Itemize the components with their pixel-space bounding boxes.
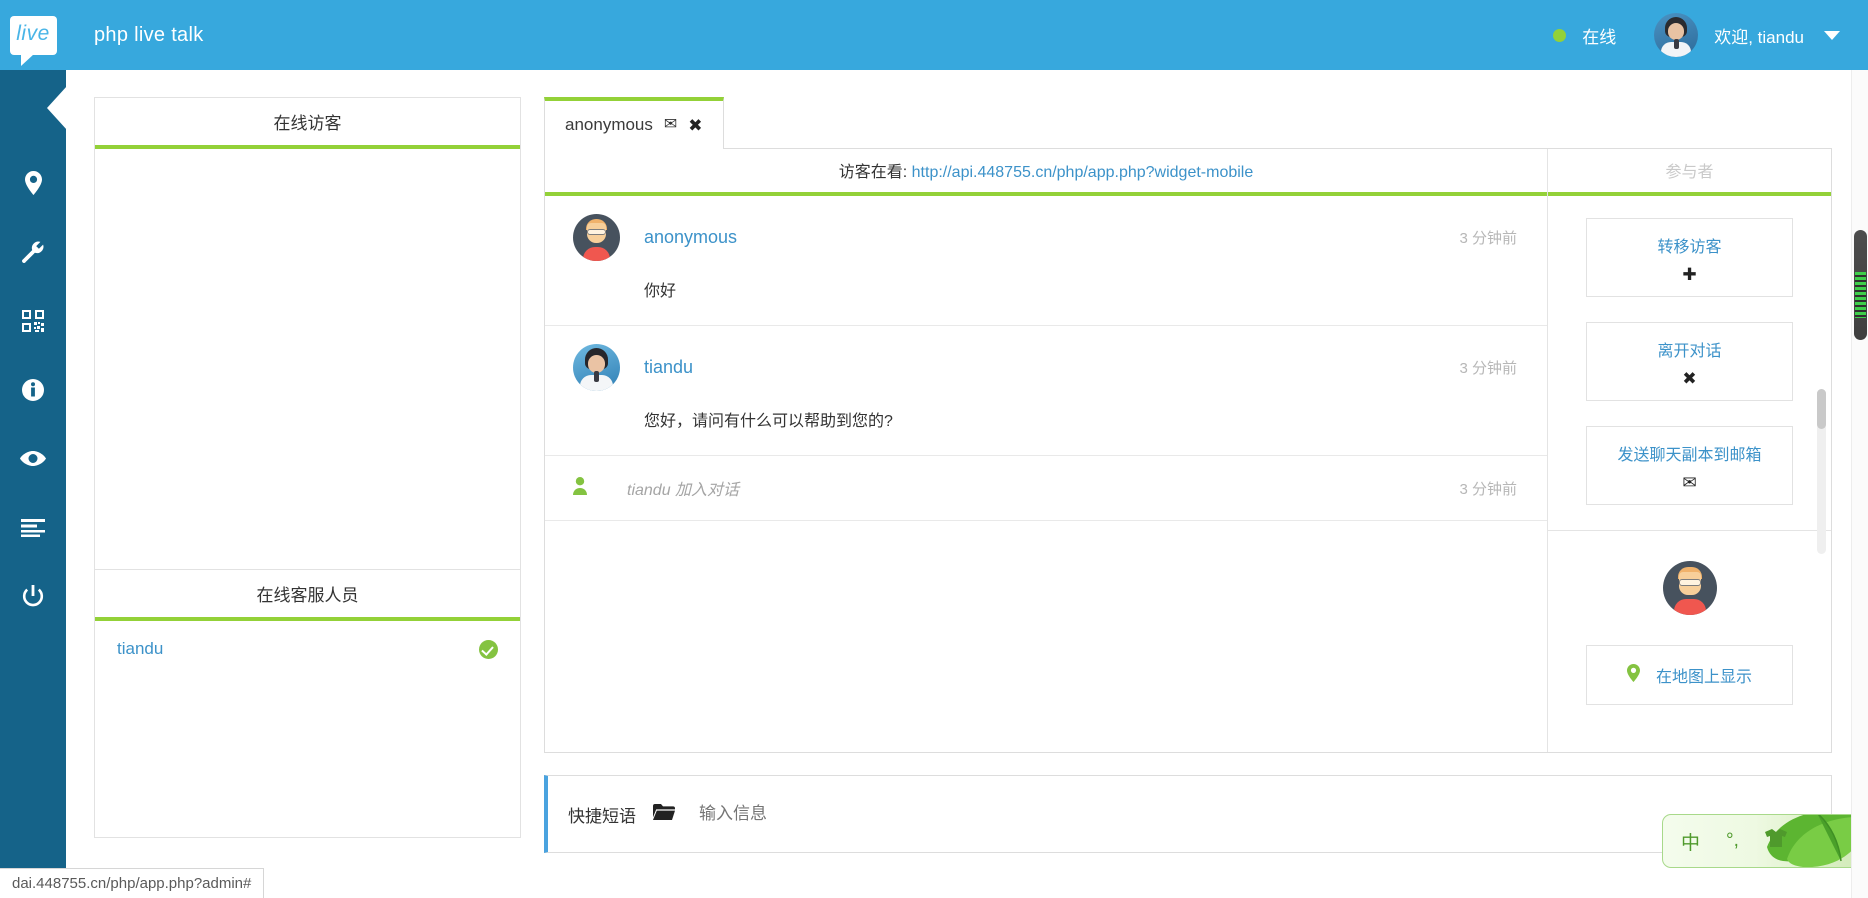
transfer-visitor-label: 转移访客 — [1657, 239, 1722, 256]
status-bar-url: dai.448755.cn/php/app.php?admin# — [12, 875, 252, 892]
sidebar-item-logs[interactable] — [0, 493, 66, 562]
avatar — [573, 344, 620, 391]
chevron-down-icon[interactable] — [1824, 30, 1840, 40]
email-transcript-label: 发送聊天副本到邮箱 — [1617, 447, 1762, 464]
welcome-label[interactable]: 欢迎, tiandu — [1714, 23, 1804, 48]
align-left-icon — [21, 518, 45, 537]
top-bar: live php live talk 在线 欢迎, tiandu — [0, 0, 1868, 70]
ime-punctuation-icon[interactable]: °, — [1726, 830, 1739, 852]
leave-chat-label: 离开对话 — [1657, 343, 1722, 360]
tab-anonymous[interactable]: anonymous ✉ ✖ — [544, 97, 724, 149]
sidebar-item-qrcode[interactable] — [0, 286, 66, 355]
close-icon[interactable]: ✖ — [688, 117, 702, 134]
quick-phrases-label[interactable]: 快捷短语 — [568, 802, 636, 827]
message-composer: 快捷短语 — [544, 775, 1832, 853]
chat-tabstrip: anonymous ✉ ✖ — [544, 97, 1832, 149]
sidebar-item-watch[interactable] — [0, 424, 66, 493]
sidebar-item-tools[interactable] — [0, 217, 66, 286]
message-text: 你好 — [644, 283, 677, 300]
agent-name[interactable]: tiandu — [117, 639, 163, 659]
online-visitors-title: 在线访客 — [95, 98, 520, 149]
list-item[interactable]: tiandu — [95, 621, 520, 659]
online-agents-list: tiandu — [95, 621, 520, 837]
check-circle-icon — [479, 639, 498, 659]
participants-scrollbar[interactable] — [1817, 389, 1826, 554]
show-on-map-button[interactable]: 在地图上显示 — [1586, 645, 1793, 705]
page-title: php live talk — [94, 23, 204, 46]
sidebar-item-power[interactable] — [0, 562, 66, 631]
system-message-row: tiandu 加入对话 3 分钟前 — [545, 456, 1547, 521]
top-bar-right: 在线 欢迎, tiandu — [1553, 13, 1868, 57]
visitor-url-prefix: 访客在看: — [838, 164, 908, 181]
visitor-url-bar: 访客在看: http://api.448755.cn/php/app.php?w… — [545, 149, 1547, 196]
envelope-icon: ✉ — [1682, 473, 1697, 492]
ime-toolbar[interactable]: 中 °, — [1662, 814, 1868, 868]
main-content: 在线访客 在线客服人员 tiandu anonymous ✉ ✖ 访客在看: h… — [66, 70, 1868, 898]
online-status-label[interactable]: 在线 — [1582, 23, 1616, 48]
system-message-timestamp: 3 分钟前 — [1459, 480, 1517, 498]
chat-area: anonymous ✉ ✖ 访客在看: http://api.448755.cn… — [544, 97, 1832, 853]
page-scrollbar[interactable] — [1851, 70, 1868, 898]
logo-bubble-icon: live — [9, 15, 57, 66]
envelope-icon[interactable]: ✉ — [664, 117, 677, 133]
avatar[interactable] — [1654, 13, 1699, 57]
online-agents-title: 在线客服人员 — [95, 570, 520, 621]
message-author[interactable]: tiandu — [644, 357, 693, 378]
tab-label: anonymous — [565, 115, 653, 134]
message-list: anonymous 3 分钟前 你好 tiandu 3 分钟前 您好，请问有什么… — [545, 196, 1547, 521]
message-input[interactable] — [697, 803, 1497, 825]
avatar — [1662, 561, 1717, 615]
online-visitors-list[interactable] — [95, 149, 520, 569]
location-pin-icon — [1626, 663, 1640, 687]
power-icon — [22, 585, 44, 608]
left-column: 在线访客 在线客服人员 tiandu — [94, 97, 521, 838]
chat-panel: 访客在看: http://api.448755.cn/php/app.php?w… — [544, 148, 1832, 753]
ime-mode-label[interactable]: 中 — [1681, 828, 1700, 855]
message-timestamp: 3 分钟前 — [1459, 360, 1517, 377]
leave-chat-button[interactable]: 离开对话 ✖ — [1586, 322, 1793, 401]
conversation-column: 访客在看: http://api.448755.cn/php/app.php?w… — [545, 149, 1548, 752]
location-pin-icon — [24, 170, 43, 195]
ime-skin-shirt-icon[interactable] — [1764, 829, 1787, 853]
message-row: anonymous 3 分钟前 你好 — [545, 196, 1547, 326]
info-circle-icon — [22, 378, 44, 401]
sidebar-active-notch — [47, 86, 67, 130]
scrollbar-thumb[interactable] — [1817, 389, 1826, 429]
sidebar-item-info[interactable] — [0, 355, 66, 424]
message-text: 您好，请问有什么可以帮助到您的? — [644, 413, 893, 430]
transfer-visitor-button[interactable]: 转移访客 ✚ — [1586, 218, 1793, 297]
user-icon — [573, 476, 591, 500]
participants-title: 参与者 — [1548, 149, 1831, 196]
app-logo[interactable]: live — [0, 0, 66, 70]
scrollbar-grip-icon — [1855, 272, 1866, 318]
logo-text: live — [16, 22, 50, 45]
email-transcript-button[interactable]: 发送聊天副本到邮箱 ✉ — [1586, 426, 1793, 505]
close-icon: ✖ — [1682, 369, 1697, 388]
online-visitors-panel: 在线访客 — [94, 97, 521, 570]
wrench-icon — [21, 240, 45, 264]
eye-icon — [20, 450, 46, 467]
participants-column: 参与者 转移访客 ✚ 离开对话 ✖ 发送聊天副本到邮箱 ✉ 在地图上显示 — [1548, 149, 1831, 752]
message-row: tiandu 3 分钟前 您好，请问有什么可以帮助到您的? — [545, 326, 1547, 456]
avatar — [573, 214, 620, 261]
system-message-text: tiandu 加入对话 — [627, 482, 740, 499]
sidebar-item-location[interactable] — [0, 148, 66, 217]
plus-icon: ✚ — [1682, 265, 1697, 284]
message-timestamp: 3 分钟前 — [1459, 230, 1517, 247]
online-agents-panel: 在线客服人员 tiandu — [94, 570, 521, 838]
show-on-map-label: 在地图上显示 — [1655, 669, 1752, 686]
folder-icon[interactable] — [653, 803, 675, 825]
message-author[interactable]: anonymous — [644, 227, 737, 248]
online-status-dot-icon — [1553, 28, 1567, 42]
qrcode-icon — [22, 309, 44, 332]
visitor-card — [1548, 531, 1831, 620]
sidebar — [0, 70, 67, 898]
browser-status-bar: dai.448755.cn/php/app.php?admin# — [0, 868, 265, 898]
scrollbar-thumb[interactable] — [1854, 230, 1867, 340]
visitor-url-link[interactable]: http://api.448755.cn/php/app.php?widget-… — [912, 164, 1254, 181]
participant-actions: 转移访客 ✚ 离开对话 ✖ 发送聊天副本到邮箱 ✉ — [1548, 196, 1831, 505]
